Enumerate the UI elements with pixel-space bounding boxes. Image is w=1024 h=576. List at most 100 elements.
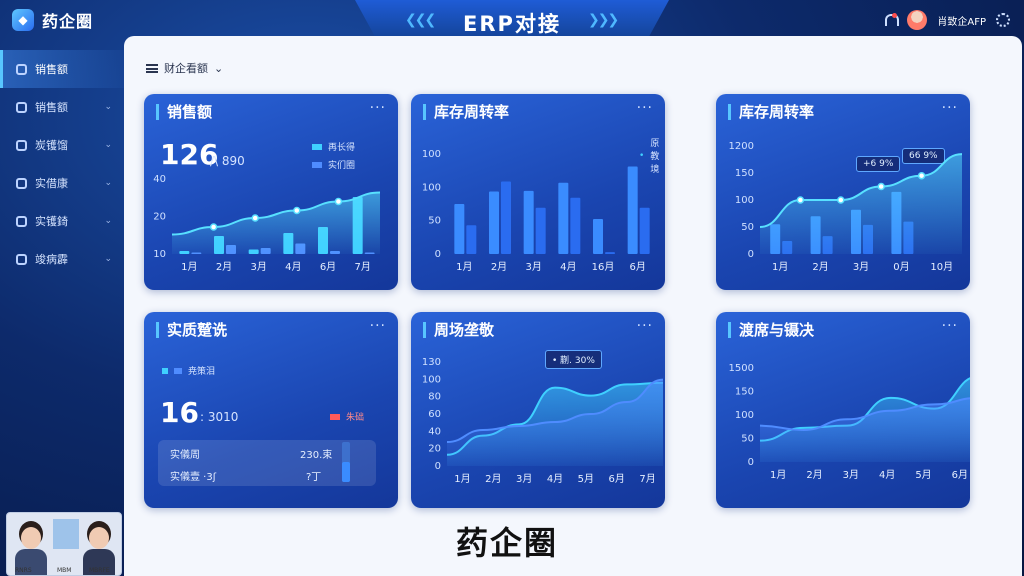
view-selector[interactable]: 财企看额 ⌄: [146, 60, 223, 76]
x-tick-label: 4月: [879, 469, 895, 481]
sidebar: 销售额 销售额 ⌄ 炭镬馏 ⌄ 实借康 ⌄ 实镬錡 ⌄ 竣病霹 ⌄: [0, 50, 124, 510]
x-tick-label: 2月: [491, 261, 507, 273]
y-tick-label: 20: [153, 212, 166, 223]
grid-icon: [16, 215, 27, 227]
sidebar-item-6[interactable]: 竣病霹 ⌄: [0, 240, 124, 278]
bar: [523, 190, 534, 254]
participant-head: [21, 527, 41, 549]
logo-icon: ◆: [12, 9, 34, 31]
logo-text: 药企圈: [42, 12, 94, 31]
y-tick-label: 40: [153, 174, 166, 185]
market-chart: 0 20 40 60 80 100 130 1月 2月 3月 4月 5月 6月 7月: [422, 357, 664, 485]
alert-label: 朱础: [330, 410, 364, 423]
x-tick-label: 1月: [770, 469, 786, 481]
info-row-label: 实儀周: [170, 450, 200, 461]
x-tick-label: 6月: [320, 261, 336, 273]
bar: [454, 204, 465, 254]
y-tick-label: 130: [422, 357, 441, 368]
x-tick-label: 6月: [609, 473, 625, 485]
notification-bell-icon[interactable]: [883, 13, 900, 27]
x-tick-label: 16月: [592, 261, 615, 273]
x-tick-label: 4月: [547, 473, 563, 485]
y-tick-label: 1200: [729, 141, 754, 152]
line-point: [251, 214, 259, 222]
app-logo[interactable]: ◆ 药企圈: [12, 8, 93, 32]
y-tick-label: 0: [435, 461, 441, 472]
line-point: [209, 223, 218, 231]
y-tick-label: 100: [735, 195, 754, 206]
x-tick-label: 2月: [485, 473, 501, 485]
y-tick-label: 100: [735, 410, 754, 421]
x-tick-label: 5月: [578, 473, 594, 485]
sidebar-item-3[interactable]: 炭镬馏 ⌄: [0, 126, 124, 164]
sidebar-item-label: 销售额: [35, 63, 68, 76]
line-point: [877, 182, 885, 191]
participant-label: MBM: [57, 567, 72, 574]
y-tick-label: 50: [741, 222, 754, 233]
home-icon: [16, 63, 27, 75]
bar: [605, 252, 615, 254]
y-tick-label: 150: [735, 387, 754, 398]
more-menu-icon[interactable]: ···: [370, 318, 386, 334]
card-title: 实质蹵诜: [156, 322, 227, 338]
sidebar-item-5[interactable]: 实镬錡 ⌄: [0, 202, 124, 240]
settings-gear-icon[interactable]: [996, 13, 1010, 27]
y-tick-label: 10: [153, 249, 166, 260]
x-tick-label: 3月: [525, 261, 541, 273]
main-panel: 财企看额 ⌄ 销售额 ··· 126 /\ 890 再长得 实们圈 10 20 40…: [124, 36, 1022, 576]
line-point: [293, 206, 301, 215]
user-avatar[interactable]: [907, 10, 928, 30]
view-selector-label: 财企看额: [164, 62, 208, 75]
y-tick-label: 50: [741, 434, 754, 445]
participant-head: [89, 527, 109, 549]
x-tick-label: 1月: [772, 261, 788, 273]
video-call-overlay[interactable]: RNRS MBM MBRFE: [6, 512, 122, 576]
menu-icon: [146, 63, 158, 73]
y-tick-label: 1500: [729, 363, 754, 374]
alert-swatch: [330, 413, 340, 420]
bar: [627, 166, 638, 254]
x-tick-label: 3月: [853, 261, 869, 273]
title-deco-left: ❮❮❮: [405, 12, 436, 28]
sidebar-item-4[interactable]: 实借康 ⌄: [0, 164, 124, 202]
x-tick-label: 5月: [915, 469, 931, 481]
bar: [639, 207, 650, 254]
bar: [501, 181, 511, 254]
x-tick-label: 2月: [806, 469, 822, 481]
quality-value-sub: : 3010: [200, 410, 239, 424]
card-turnover-2: 库存周转率 ··· +6 9% 66 9% 0 50 100 150 1200 1月 2月 3…: [716, 94, 970, 290]
chevron-down-icon: ⌄: [104, 254, 112, 264]
participant-label: RNRS: [15, 567, 32, 574]
y-tick-label: 80: [428, 392, 441, 403]
y-tick-label: 100: [422, 374, 441, 385]
legend-item: 尭策泪: [162, 364, 215, 377]
x-tick-label: 3月: [250, 261, 266, 273]
user-name[interactable]: 肖致企AFP: [937, 13, 986, 28]
x-tick-label: 2月: [216, 261, 232, 273]
mini-bar-fill: [342, 462, 350, 482]
background-shelf: [53, 519, 79, 549]
x-tick-label: 0月: [893, 261, 909, 273]
chevron-down-icon: ⌄: [104, 102, 112, 112]
y-tick-label: 60: [428, 409, 441, 420]
gear-icon: [16, 253, 27, 265]
x-tick-label: 3月: [843, 469, 859, 481]
sales-chart: 10 20 40 1月 2月 3月 4月 6月 7月: [153, 174, 381, 273]
sidebar-item-sales-2[interactable]: 销售额 ⌄: [0, 88, 124, 126]
title-deco-right: ❯❯❯: [588, 12, 619, 28]
y-tick-label: 0: [748, 249, 754, 260]
line-point: [837, 196, 845, 204]
sidebar-item-label: 炭镬馏: [35, 139, 68, 152]
line-point: [917, 171, 926, 180]
bar: [535, 207, 546, 254]
bar: [570, 197, 581, 254]
x-tick-label: 1月: [181, 261, 197, 273]
x-tick-label: 4月: [285, 261, 301, 273]
y-tick-label: 50: [428, 216, 441, 227]
circle-icon: [16, 139, 27, 151]
bar: [489, 191, 499, 254]
y-tick-label: 0: [748, 457, 754, 468]
sidebar-item-sales[interactable]: 销售额: [0, 50, 124, 88]
card-turnover-1: 库存周转率 ··· • 原教境 0 50 100 100 1月 2月 3月 4月 16月 6月: [411, 94, 665, 290]
page-title: ERP对接: [463, 12, 561, 36]
